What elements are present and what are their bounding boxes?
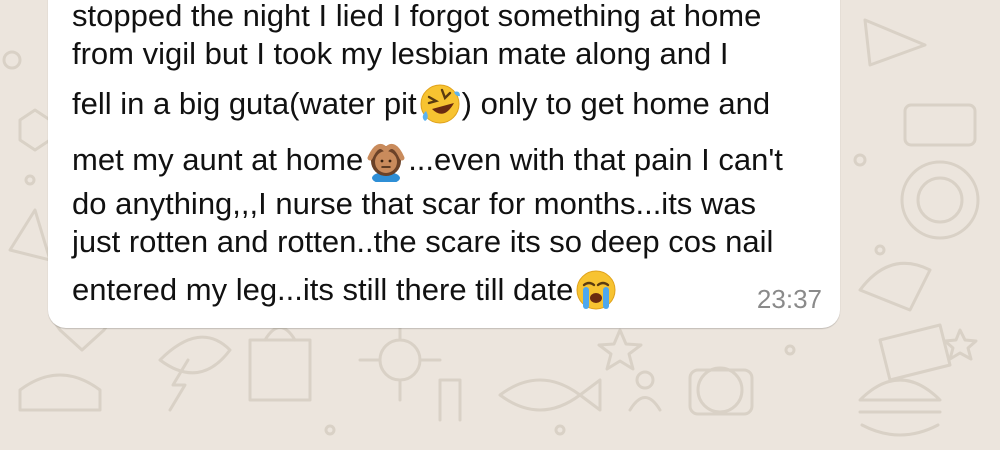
leaf-doodle xyxy=(158,335,232,375)
message-timestamp: 23:37 xyxy=(756,284,822,314)
hexagon-doodle xyxy=(18,108,52,152)
loudly-crying-emoji xyxy=(576,270,616,310)
message-line: met my aunt at home ...even with that pa… xyxy=(72,138,783,182)
message-text: entered my leg...its still there till da… xyxy=(72,272,574,307)
star-doodle-2 xyxy=(943,328,978,361)
card-doodle xyxy=(903,103,977,147)
burger-doodle xyxy=(858,378,942,437)
message-text: met my aunt at home xyxy=(72,142,364,177)
person-gesturing-no-emoji xyxy=(367,143,405,182)
star-doodle xyxy=(597,328,643,371)
ticket-doodle xyxy=(878,323,952,382)
paperplane-doodle xyxy=(863,18,927,67)
fish-doodle xyxy=(498,378,602,412)
message-text: ) only to get home and xyxy=(461,86,771,121)
bread-doodle xyxy=(18,373,102,412)
bottle-doodle xyxy=(438,378,462,422)
message-text: fell in a big guta(water pit xyxy=(72,86,417,121)
bag-doodle xyxy=(248,326,312,402)
message-line: just rotten and rotten..the scare its so… xyxy=(72,224,774,259)
ring-doodle xyxy=(900,160,980,240)
message-line: stopped the night I lied I forgot someth… xyxy=(72,0,762,33)
triangle-doodle xyxy=(8,208,52,262)
rocket-doodle xyxy=(858,261,932,312)
message-bubble[interactable]: stopped the night I lied I forgot someth… xyxy=(48,0,840,328)
people-doodle xyxy=(628,370,662,412)
rolling-on-floor-laughing-emoji xyxy=(420,84,460,124)
message-line: fell in a big guta(water pit ) only to g… xyxy=(72,82,770,126)
flower-doodle xyxy=(358,318,442,402)
message-text: ...even with that pain I can't xyxy=(408,142,783,177)
message-line: from vigil but I took my lesbian mate al… xyxy=(72,36,729,71)
message-line: entered my leg...its still there till da… xyxy=(72,268,618,312)
message-line: do anything,,,I nurse that scar for mont… xyxy=(72,186,757,221)
